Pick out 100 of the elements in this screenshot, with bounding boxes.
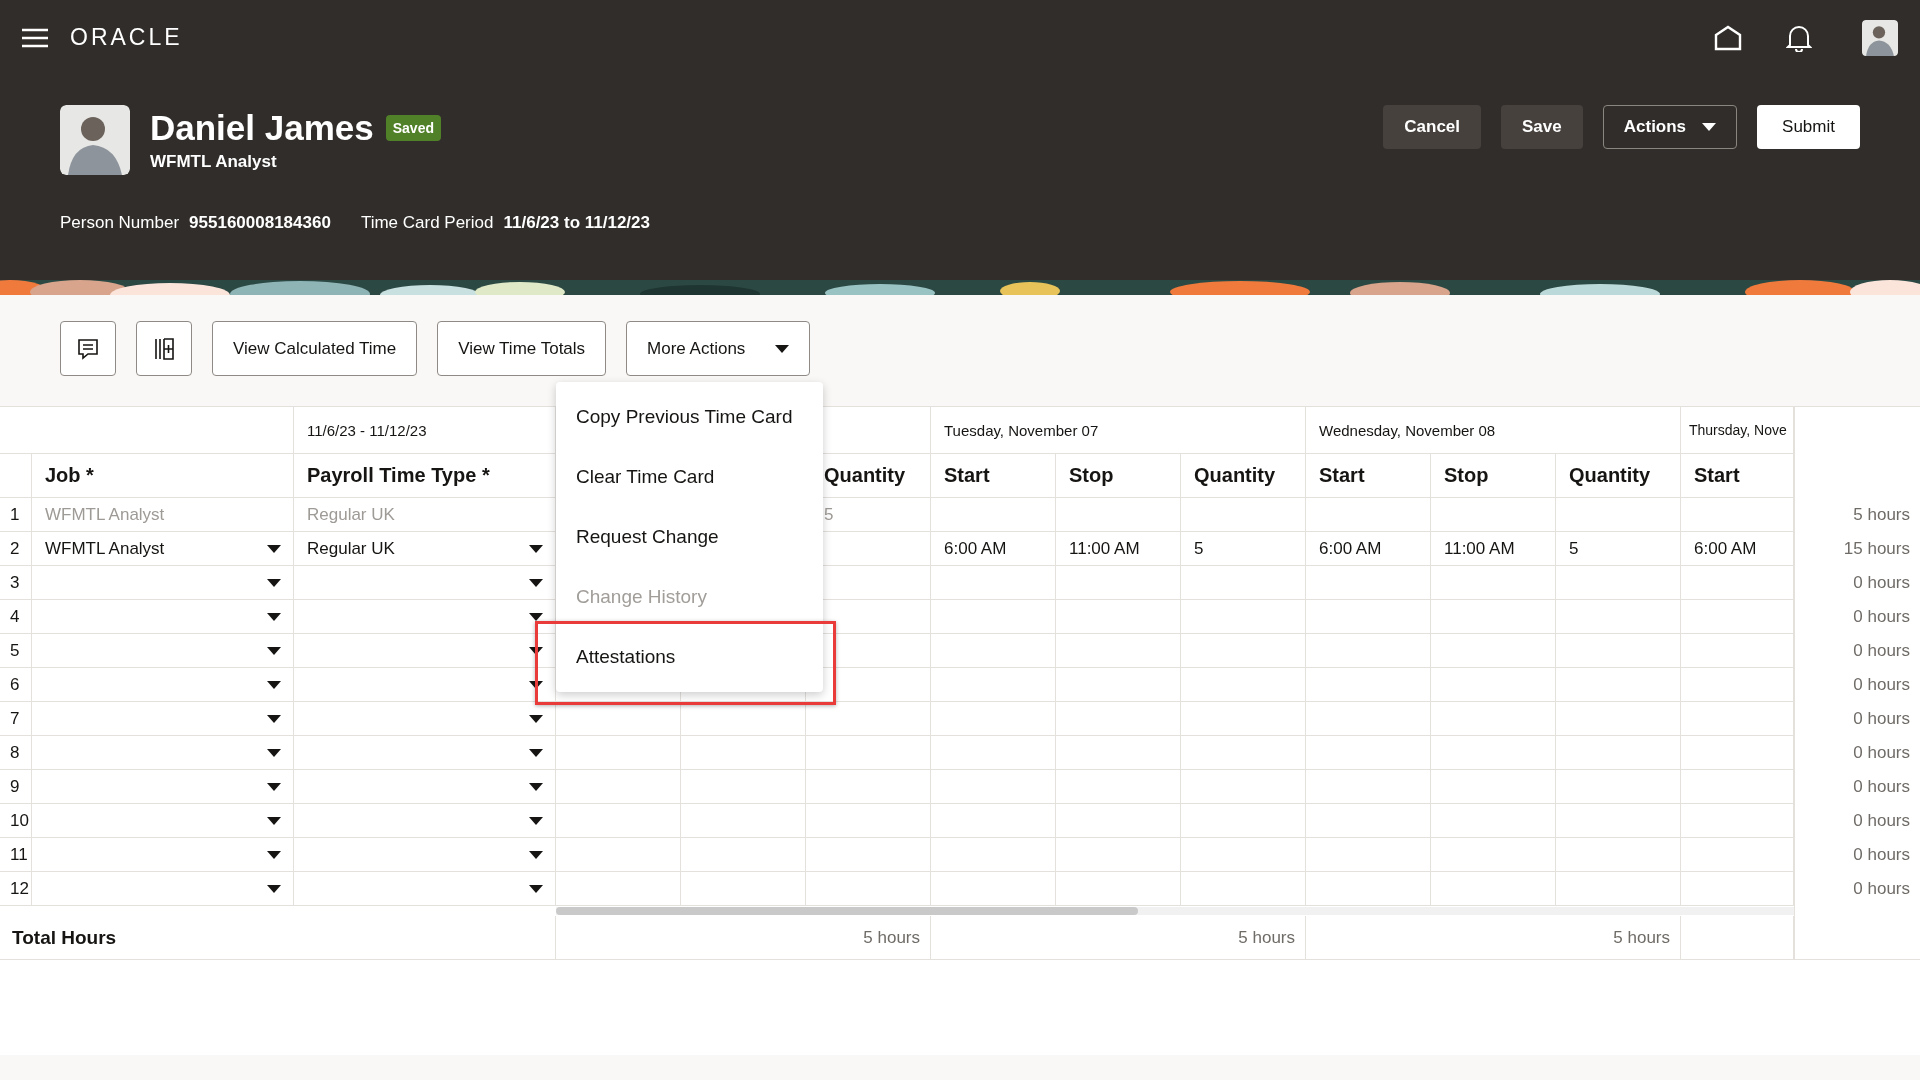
comment-icon	[76, 336, 100, 361]
table-cell: 11:00 AM	[1431, 532, 1556, 566]
day-total: 5 hours	[556, 916, 931, 960]
time-type-field[interactable]	[294, 770, 556, 804]
scrollbar-thumb[interactable]	[556, 907, 1138, 915]
job-field[interactable]	[32, 770, 294, 804]
caret-icon	[529, 612, 543, 621]
row-number: 7	[0, 702, 32, 736]
logo[interactable]: ORACLE	[70, 24, 183, 51]
column-header: Quantity	[1556, 454, 1681, 498]
detail-label: Time Card Period	[360, 213, 494, 232]
column-header: Job *	[32, 454, 294, 498]
caret-icon	[267, 850, 281, 859]
row-number: 1	[0, 498, 32, 532]
row-number: 4	[0, 600, 32, 634]
row-number: 2	[0, 532, 32, 566]
bell-icon[interactable]	[1786, 23, 1812, 52]
row-total: 5 hours	[1794, 498, 1920, 532]
caret-icon	[267, 680, 281, 689]
time-type-field[interactable]	[294, 736, 556, 770]
time-type-field[interactable]	[294, 838, 556, 872]
row-number: 12	[0, 872, 32, 906]
caret-icon	[775, 344, 790, 353]
menu-item[interactable]: Attestations	[556, 627, 823, 687]
column-header: Stop	[1431, 454, 1556, 498]
home-icon[interactable]	[1714, 24, 1742, 51]
caret-icon	[1702, 123, 1717, 131]
table-cell: 6:00 AM	[931, 532, 1056, 566]
job-field[interactable]: WFMTL Analyst	[32, 532, 294, 566]
row-total: 0 hours	[1794, 770, 1920, 804]
status-badge: Saved	[385, 115, 441, 141]
header-button[interactable]: Save	[1501, 105, 1583, 149]
job-field[interactable]	[32, 804, 294, 838]
caret-icon	[267, 748, 281, 757]
job-field[interactable]	[32, 702, 294, 736]
column-header: Stop	[1056, 454, 1181, 498]
avatar	[60, 105, 130, 175]
row-number: 3	[0, 566, 32, 600]
job-field[interactable]	[32, 872, 294, 906]
toolbar-button[interactable]: View Time Totals	[437, 321, 607, 376]
caret-icon	[529, 748, 543, 757]
caret-icon	[267, 612, 281, 621]
caret-icon	[267, 544, 281, 553]
more-actions-button[interactable]: More Actions	[626, 321, 811, 376]
table-cell: 6:00 AM	[1681, 532, 1794, 566]
job-field: WFMTL Analyst	[32, 498, 294, 532]
menu-icon[interactable]	[22, 27, 48, 48]
row-number: 5	[0, 634, 32, 668]
column-header: Start	[1681, 454, 1794, 498]
job-field[interactable]	[32, 600, 294, 634]
job-field[interactable]	[32, 566, 294, 600]
day-header: Tuesday, November 07	[931, 407, 1306, 454]
caret-icon	[529, 816, 543, 825]
time-type-field[interactable]	[294, 702, 556, 736]
table-cell: 5	[1556, 532, 1681, 566]
total-label: Total Hours	[0, 916, 556, 960]
job-field[interactable]	[32, 634, 294, 668]
caret-icon	[529, 714, 543, 723]
time-type-field[interactable]	[294, 600, 556, 634]
caret-icon	[267, 782, 281, 791]
day-total: 5 hours	[1306, 916, 1681, 960]
caret-icon	[529, 578, 543, 587]
row-number: 10	[0, 804, 32, 838]
caret-icon	[529, 680, 543, 689]
menu-item: Change History	[575, 585, 708, 609]
toolbar-button[interactable]: View Calculated Time	[212, 321, 418, 376]
table-cell: 6:00 AM	[1306, 532, 1431, 566]
scrollbar-track[interactable]	[556, 907, 1794, 915]
time-type-field[interactable]	[294, 634, 556, 668]
caret-icon	[267, 578, 281, 587]
caret-icon	[267, 816, 281, 825]
time-type-field[interactable]	[294, 872, 556, 906]
column-header: Quantity	[1181, 454, 1306, 498]
caret-icon	[267, 714, 281, 723]
comment-button[interactable]	[60, 321, 116, 376]
row-number: 11	[0, 838, 32, 872]
submit-button[interactable]: Submit	[1757, 105, 1860, 149]
caret-icon	[529, 646, 543, 655]
columns-button[interactable]	[136, 321, 192, 376]
time-type-field[interactable]	[294, 804, 556, 838]
job-field[interactable]	[32, 838, 294, 872]
detail-value: 11/6/23 to 11/12/23	[503, 213, 650, 232]
time-type-field[interactable]	[294, 566, 556, 600]
column-header: Start	[931, 454, 1056, 498]
caret-icon	[529, 544, 543, 553]
caret-icon	[267, 884, 281, 893]
actions-menu-button[interactable]: Actions	[1602, 105, 1738, 149]
row-total: 15 hours	[1794, 532, 1920, 566]
time-type-field[interactable]	[294, 668, 556, 702]
job-title: WFMTL Analyst	[150, 152, 278, 172]
row-total: 0 hours	[1794, 872, 1920, 906]
table-cell: 5	[1181, 532, 1306, 566]
header-button[interactable]: Cancel	[1383, 105, 1482, 149]
job-field[interactable]	[32, 668, 294, 702]
detail-value: 955160008184360	[189, 213, 331, 232]
time-type-field[interactable]: Regular UK	[294, 532, 556, 566]
job-field[interactable]	[32, 736, 294, 770]
row-total: 0 hours	[1794, 600, 1920, 634]
menu-item[interactable]: Copy Previous Time Card	[556, 387, 823, 447]
detail-label: Person Number	[60, 213, 180, 232]
